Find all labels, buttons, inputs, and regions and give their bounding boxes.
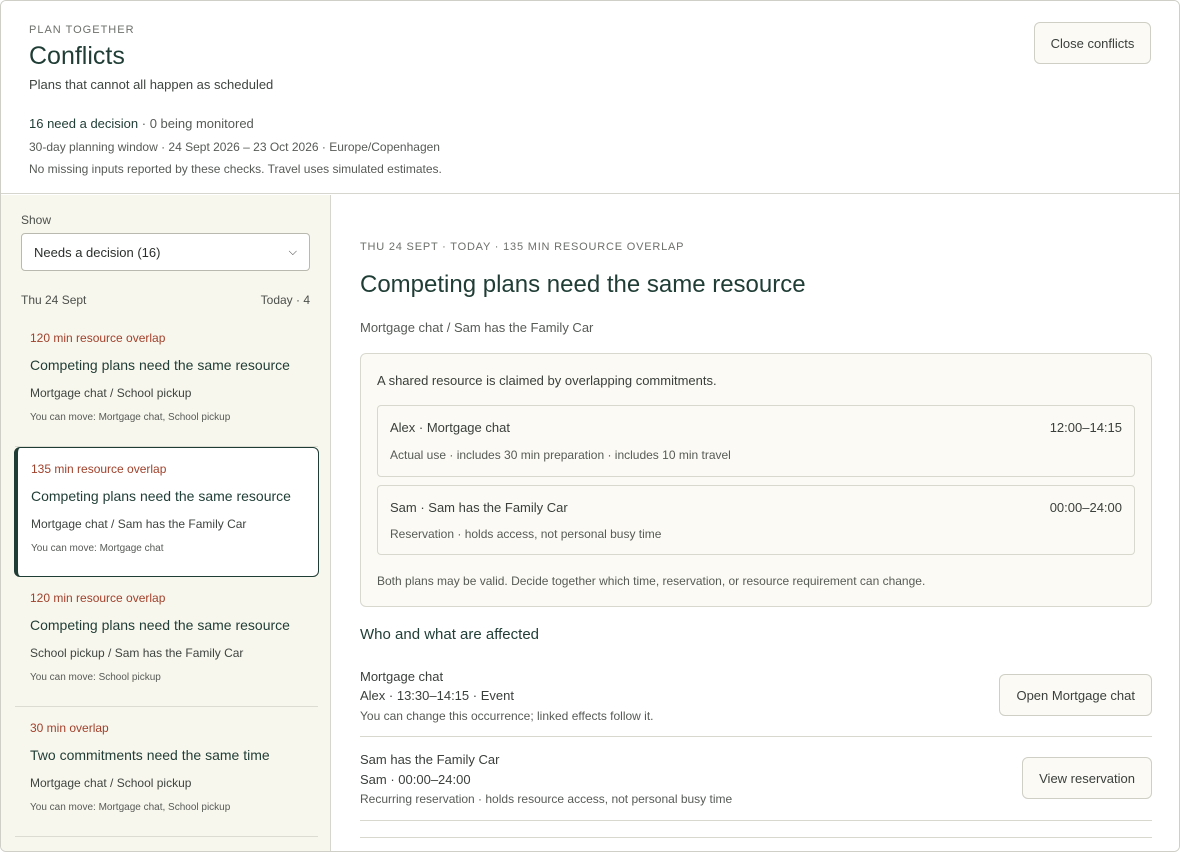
conflict-movable: You can move: Mortgage chat, School pick… [30, 412, 231, 423]
affected-name: Mortgage chat [360, 669, 444, 684]
open-mortgage-chat-button[interactable]: Open Mortgage chat [999, 674, 1152, 716]
day-label: Thu 24 Sept [21, 293, 87, 307]
day-count: Today · 4 [260, 293, 310, 307]
commitment-time: 12:00–14:15 [1049, 420, 1122, 435]
header: PLAN TOGETHER Conflicts Plans that canno… [1, 1, 1179, 194]
commitment-who: Sam · Sam has the Family Car [390, 500, 568, 515]
view-reservation-button[interactable]: View reservation [1022, 757, 1152, 799]
conflict-title: Competing plans need the same resource [30, 357, 290, 373]
chevron-down-icon: ⌵ [288, 245, 297, 258]
commitment-card: Alex · Mortgage chat 12:00–14:15 Actual … [377, 405, 1135, 477]
affected-detail: You can change this occurrence; linked e… [360, 709, 654, 723]
affected-meta: Alex · 13:30–14:15 · Event [360, 688, 514, 703]
resource-panel: A shared resource is claimed by overlapp… [360, 353, 1152, 607]
planning-window: 30-day planning window · 24 Sept 2026 – … [29, 140, 440, 154]
detail-eyebrow: THU 24 SEPT · TODAY · 135 MIN RESOURCE O… [360, 241, 685, 253]
conflict-counts: 16 need a decision · 0 being monitored [29, 116, 254, 131]
day-header: Thu 24 Sept Today · 4 [21, 293, 310, 307]
conflict-card[interactable]: 30 min overlap Two commitments need the … [15, 707, 318, 837]
conflict-kind: 120 min resource overlap [30, 591, 166, 605]
conflict-card[interactable]: 120 min resource overlap Competing plans… [15, 317, 318, 447]
commitment-detail: Actual use · includes 30 min preparation… [390, 448, 731, 462]
conflicts-window: PLAN TOGETHER Conflicts Plans that canno… [0, 0, 1180, 852]
conflict-pair: Mortgage chat / Sam has the Family Car [31, 517, 247, 531]
affected-name: Sam has the Family Car [360, 752, 500, 767]
affected-heading: Who and what are affected [360, 626, 540, 643]
checks-note: No missing inputs reported by these chec… [29, 162, 442, 176]
conflict-kind: 135 min resource overlap [31, 462, 167, 476]
monitored-count: · 0 being monitored [138, 116, 254, 131]
affected-meta: Sam · 00:00–24:00 [360, 772, 471, 787]
affected-item: Mortgage chat Alex · 13:30–14:15 · Event… [360, 661, 1152, 737]
conflict-movable: You can move: Mortgage chat [31, 543, 164, 554]
decision-count: 16 need a decision [29, 116, 139, 131]
commitment-time: 00:00–24:00 [1049, 500, 1122, 515]
commitment-who: Alex · Mortgage chat [390, 420, 510, 435]
eyebrow: PLAN TOGETHER [29, 24, 135, 36]
page-subtitle: Plans that cannot all happen as schedule… [29, 77, 274, 92]
filter-select[interactable]: Needs a decision (16) ⌵ [21, 233, 310, 271]
conflict-pair: School pickup / Sam has the Family Car [30, 646, 244, 660]
conflict-movable: You can move: Mortgage chat, School pick… [30, 802, 231, 813]
commitment-detail: Reservation · holds access, not personal… [390, 527, 662, 541]
panel-lead: A shared resource is claimed by overlapp… [377, 373, 717, 388]
filter-select-value: Needs a decision (16) [34, 244, 161, 260]
panel-footnote: Both plans may be valid. Decide together… [377, 574, 926, 588]
show-label: Show [21, 213, 52, 227]
close-conflicts-button[interactable]: Close conflicts [1034, 22, 1151, 64]
conflict-list-sidebar: Show Needs a decision (16) ⌵ Thu 24 Sept… [1, 195, 331, 851]
commitment-card: Sam · Sam has the Family Car 00:00–24:00… [377, 485, 1135, 555]
conflict-detail: THU 24 SEPT · TODAY · 135 MIN RESOURCE O… [332, 195, 1179, 851]
conflict-kind: 30 min overlap [30, 721, 109, 735]
conflict-title: Two commitments need the same time [30, 747, 270, 763]
detail-title: Competing plans need the same resource [360, 271, 806, 298]
conflict-kind: 120 min resource overlap [30, 331, 166, 345]
conflict-movable: You can move: School pickup [30, 672, 161, 683]
conflict-card[interactable]: 120 min resource overlap Competing plans… [15, 577, 318, 707]
affected-item: Sam has the Family Car Sam · 00:00–24:00… [360, 737, 1152, 821]
affected-detail: Recurring reservation · holds resource a… [360, 792, 733, 806]
page-title: Conflicts [29, 42, 125, 70]
conflict-title: Competing plans need the same resource [31, 488, 291, 504]
conflict-pair: Mortgage chat / School pickup [30, 776, 192, 790]
conflict-title: Competing plans need the same resource [30, 617, 290, 633]
detail-pair: Mortgage chat / Sam has the Family Car [360, 320, 594, 335]
affected-divider [360, 821, 1152, 838]
conflict-card-selected[interactable]: 135 min resource overlap Competing plans… [14, 447, 319, 577]
conflict-pair: Mortgage chat / School pickup [30, 386, 192, 400]
